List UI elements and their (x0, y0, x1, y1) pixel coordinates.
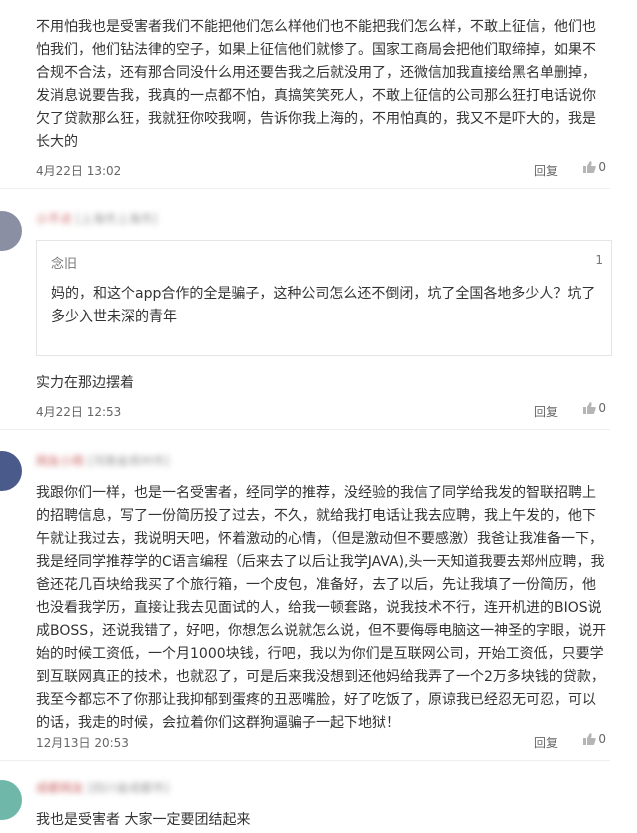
quote-text: 妈的，和这个app合作的全是骗子，这种公司怎么还不倒闭，坑了全国各地多少人？坑了… (51, 286, 596, 325)
comment-user[interactable]: 网友小雨 [河南省郑州市] (36, 452, 169, 468)
comment-text: 我跟你们一样，也是一名受害者，经同学的推荐，没经验的我信了同学给我发的智联招聘上… (36, 485, 607, 731)
comment-text: 实力在那边摆着 (36, 375, 134, 391)
comment-meta: 4月22日 12:53 回复 0 (36, 401, 608, 421)
user-name[interactable]: 网友小雨 (36, 454, 84, 468)
thumb-up-icon (583, 161, 597, 173)
user-location: [四川省成都市] (87, 781, 170, 795)
avatar[interactable] (0, 780, 23, 820)
reply-button[interactable]: 回复 (534, 403, 558, 420)
comment-time: 4月22日 13:02 (36, 164, 122, 178)
user-location: [上海市上海市] (75, 212, 158, 226)
comment-text: 不用怕我也是受害者我们不能把他们怎么样他们也不能把我们怎么样，不敢上征信，他们也… (36, 19, 596, 150)
like-count: 0 (598, 732, 606, 746)
divider (0, 429, 610, 430)
divider (0, 188, 610, 189)
comment-time: 4月22日 12:53 (36, 405, 122, 419)
avatar[interactable] (0, 451, 23, 491)
divider (0, 760, 610, 761)
avatar[interactable] (0, 211, 23, 251)
comment-text: 我也是受害者 大家一定要团结起来 (36, 812, 251, 828)
reply-button[interactable]: 回复 (534, 734, 558, 751)
comment-meta: 4月22日 13:02 回复 0 (36, 160, 608, 180)
like-button[interactable]: 0 (582, 401, 606, 415)
comment-user[interactable]: 成都网友 [四川省成都市] (36, 779, 169, 795)
user-location: [河南省郑州市] (87, 454, 170, 468)
thumb-up-icon (583, 733, 597, 745)
user-name[interactable]: 小不点 (36, 212, 72, 226)
like-button[interactable]: 0 (582, 160, 606, 174)
quote-user-name[interactable]: 念旧 (51, 253, 77, 272)
like-button[interactable]: 0 (582, 732, 606, 746)
like-count: 0 (598, 401, 606, 415)
quoted-comment: 念旧 1 妈的，和这个app合作的全是骗子，这种公司怎么还不倒闭，坑了全国各地多… (36, 240, 612, 356)
reply-button[interactable]: 回复 (534, 162, 558, 179)
comment-meta: 12月13日 20:53 回复 0 (36, 732, 608, 752)
user-name[interactable]: 成都网友 (36, 781, 84, 795)
like-count: 0 (598, 160, 606, 174)
quote-floor-number: 1 (595, 253, 603, 267)
comment-user[interactable]: 小不点 [上海市上海市] (36, 210, 157, 226)
comment-time: 12月13日 20:53 (36, 736, 129, 750)
thumb-up-icon (583, 402, 597, 414)
